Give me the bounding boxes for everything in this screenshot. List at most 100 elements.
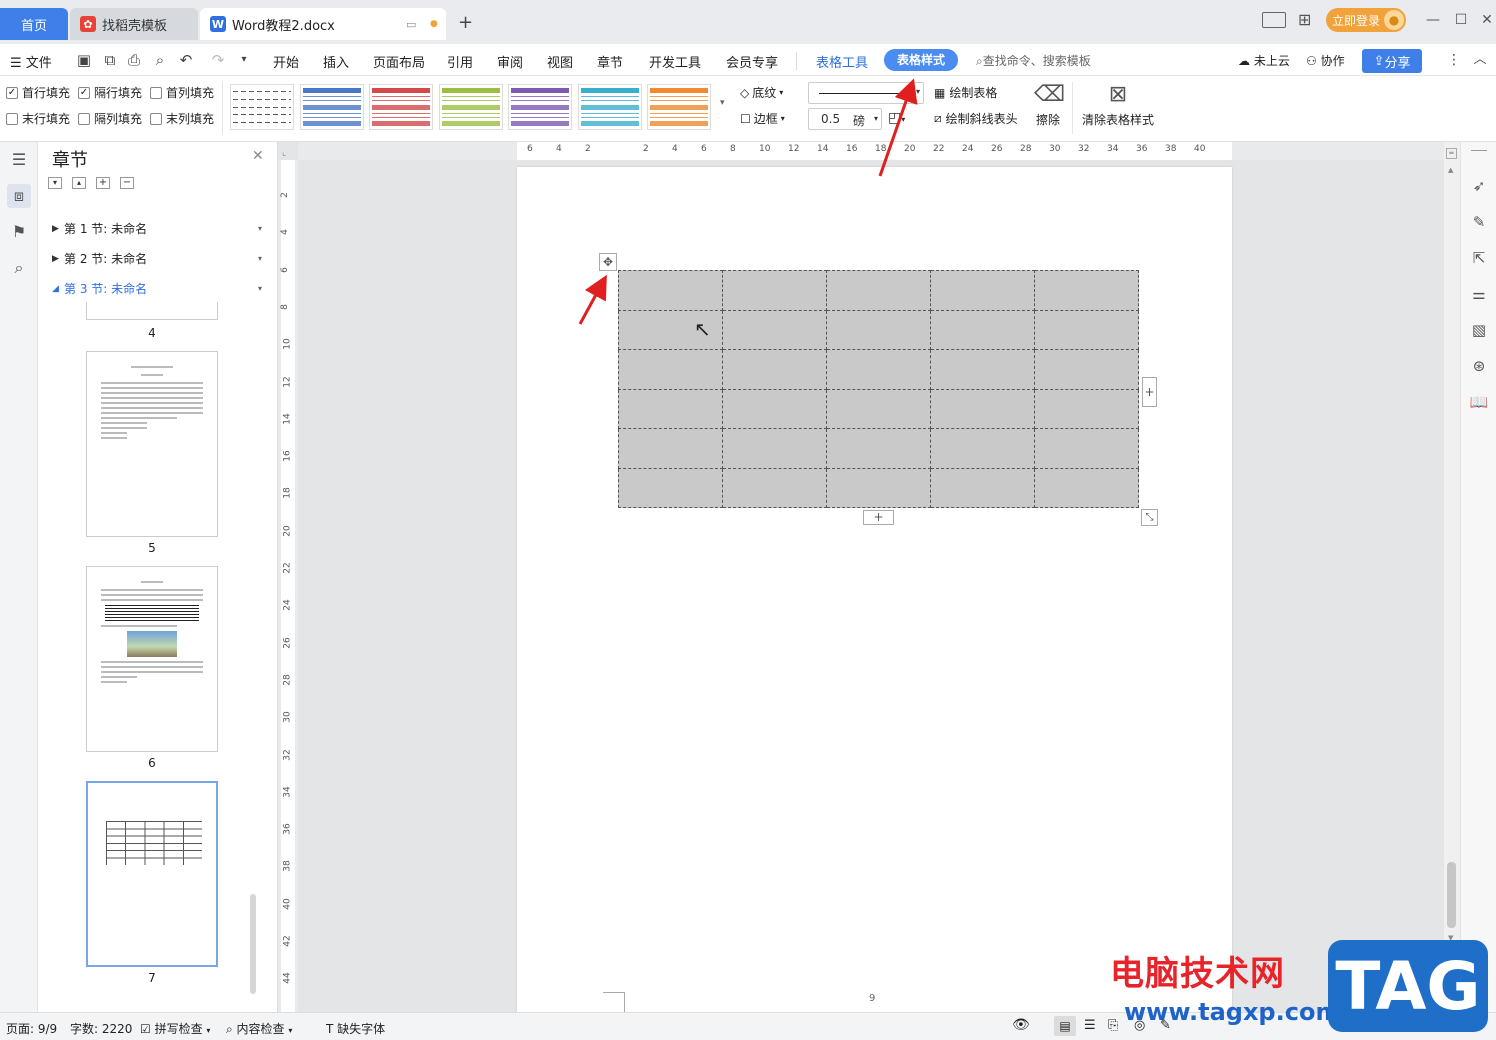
layout-icon[interactable] <box>1262 12 1286 28</box>
pen-icon[interactable]: ✎ <box>1469 212 1489 232</box>
tab-daoke-templates[interactable]: ✿ 找稻壳模板 <box>70 8 198 40</box>
minimize-icon[interactable]: — <box>1422 10 1444 30</box>
expand-all-icon[interactable]: ▾ <box>48 177 62 189</box>
file-menu[interactable]: ☰ 文件 <box>10 52 52 71</box>
close-icon[interactable]: ✕ <box>252 148 264 164</box>
check-alt-col[interactable]: 隔列填充 <box>78 110 142 127</box>
document-scrollbar[interactable]: ═ ▲ ▼ <box>1444 142 1460 1012</box>
ruler-corner-icon[interactable]: ⌞ <box>282 148 286 158</box>
redo-icon[interactable]: ↷ <box>208 50 228 70</box>
more-icon[interactable]: ⋮ <box>1444 50 1464 70</box>
menu-review[interactable]: 审阅 <box>497 52 523 71</box>
clear-style-button[interactable]: ⊠ 清除表格样式 <box>1080 82 1156 128</box>
page-thumb-7[interactable] <box>86 781 218 967</box>
export-icon[interactable]: ⧉ <box>100 50 120 70</box>
table-cell[interactable] <box>722 388 827 429</box>
menu-layout[interactable]: 页面布局 <box>373 52 425 71</box>
check-first-col[interactable]: 首列填充 <box>150 84 214 101</box>
save-icon[interactable]: ▣ <box>74 50 94 70</box>
rocket-icon[interactable]: ➶ <box>1469 176 1489 196</box>
menu-developer[interactable]: 开发工具 <box>649 52 701 71</box>
check-alt-row[interactable]: ✓ 隔行填充 <box>78 84 142 101</box>
split-icon[interactable]: ═ <box>1446 148 1457 159</box>
resize-table-icon[interactable]: ⤡ <box>1141 509 1158 526</box>
check-last-col[interactable]: 末列填充 <box>150 110 214 127</box>
sliders-icon[interactable]: ⚌ <box>1469 284 1489 304</box>
chevron-down-icon[interactable]: ▾ <box>258 284 262 293</box>
table-cell[interactable] <box>1034 467 1139 508</box>
table-cell[interactable] <box>930 428 1035 469</box>
check-first-row[interactable]: ✓ 首行填充 <box>6 84 70 101</box>
menu-insert[interactable]: 插入 <box>323 52 349 71</box>
scroll-up-icon[interactable]: ▲ <box>1448 166 1453 174</box>
outline-icon[interactable]: ☰ <box>7 148 31 172</box>
menu-chapter[interactable]: 章节 <box>597 52 623 71</box>
table-cell[interactable] <box>618 428 723 469</box>
outline-view-icon[interactable]: ☰ <box>1084 1018 1096 1033</box>
table-cell[interactable] <box>826 388 931 429</box>
new-tab-button[interactable]: + <box>458 12 473 33</box>
table-cell[interactable] <box>1034 388 1139 429</box>
close-icon[interactable]: ✕ <box>1476 10 1496 30</box>
section-1[interactable]: ▶ 第 1 节: 未命名 ▾ <box>52 220 262 237</box>
maximize-icon[interactable]: ☐ <box>1450 10 1472 30</box>
eye-protect-icon[interactable]: 👁 <box>1012 1017 1030 1033</box>
table-cell[interactable] <box>826 467 931 508</box>
table-cell[interactable] <box>1034 309 1139 350</box>
table-cell[interactable] <box>722 349 827 390</box>
table-style-thumb[interactable] <box>438 84 503 130</box>
compass-icon[interactable]: ⊛ <box>1469 356 1489 376</box>
chapter-nav-icon[interactable]: ⧈ <box>7 184 31 208</box>
check-last-row[interactable]: 末行填充 <box>6 110 70 127</box>
collab-button[interactable]: ⚇ 协作 <box>1306 52 1345 69</box>
book-icon[interactable]: 📖 <box>1469 392 1489 412</box>
login-button[interactable]: 立即登录 ● <box>1326 8 1406 32</box>
missing-fonts-button[interactable]: T 缺失字体 <box>326 1020 385 1037</box>
table-style-thumb[interactable] <box>299 84 364 130</box>
tab-document[interactable]: W Word教程2.docx ▭ ● <box>200 8 446 40</box>
table-cell[interactable] <box>930 388 1035 429</box>
table-cell[interactable] <box>722 428 827 469</box>
remove-section-icon[interactable]: − <box>120 177 134 189</box>
page-thumb-4[interactable] <box>86 302 218 320</box>
table-cell[interactable] <box>1034 270 1139 311</box>
table-cell[interactable] <box>1034 428 1139 469</box>
collapse-ribbon-icon[interactable]: ︿ <box>1470 50 1490 70</box>
quick-dropdown-icon[interactable]: ▾ <box>234 50 254 70</box>
table-cell[interactable] <box>930 349 1035 390</box>
monitor-icon[interactable]: ▭ <box>406 18 416 31</box>
chevron-down-icon[interactable]: ▾ <box>258 224 262 233</box>
bookmark-icon[interactable]: ⚑ <box>7 220 31 244</box>
panel-scrollbar[interactable] <box>250 894 256 994</box>
spell-check-button[interactable]: ☑ 拼写检查 ▾ <box>140 1020 210 1037</box>
table-cell[interactable] <box>826 349 931 390</box>
search-icon[interactable]: ⌕ <box>7 256 31 280</box>
cloud-status[interactable]: ☁ 未上云 <box>1238 52 1290 69</box>
add-column-button[interactable]: + <box>1142 377 1157 407</box>
read-view-icon[interactable]: ⎘ <box>1108 1018 1118 1033</box>
tab-home[interactable]: 首页 <box>0 8 68 40</box>
preview-icon[interactable]: ⌕ <box>150 50 170 70</box>
menu-start[interactable]: 开始 <box>273 52 299 71</box>
menu-table-tools[interactable]: 表格工具 <box>816 52 868 71</box>
scroll-thumb[interactable] <box>1447 862 1456 928</box>
content-check-button[interactable]: ⌕ 内容检查 ▾ <box>226 1020 292 1037</box>
menu-reference[interactable]: 引用 <box>447 52 473 71</box>
table-cell[interactable] <box>1034 349 1139 390</box>
section-2[interactable]: ▶ 第 2 节: 未命名 ▾ <box>52 250 262 267</box>
erase-button[interactable]: ⌫ 擦除 <box>1034 82 1065 128</box>
table-cell[interactable] <box>618 467 723 508</box>
menu-table-style[interactable]: 表格样式 <box>884 49 958 71</box>
table-style-thumb[interactable] <box>230 84 294 130</box>
chevron-down-icon[interactable]: ▾ <box>258 254 262 263</box>
table-cell[interactable] <box>618 349 723 390</box>
status-page[interactable]: 页面: 9/9 <box>6 1020 57 1037</box>
collapse-all-icon[interactable]: ▴ <box>72 177 86 189</box>
grid-apps-icon[interactable]: ⊞ <box>1298 10 1311 29</box>
page-thumb-5[interactable] <box>86 351 218 537</box>
undo-icon[interactable]: ↶ <box>176 50 196 70</box>
page-view-icon[interactable]: ▤ <box>1054 1016 1076 1036</box>
menu-view[interactable]: 视图 <box>547 52 573 71</box>
table-style-thumb[interactable] <box>369 84 433 130</box>
section-3[interactable]: ◢ 第 3 节: 未命名 ▾ <box>52 280 262 297</box>
